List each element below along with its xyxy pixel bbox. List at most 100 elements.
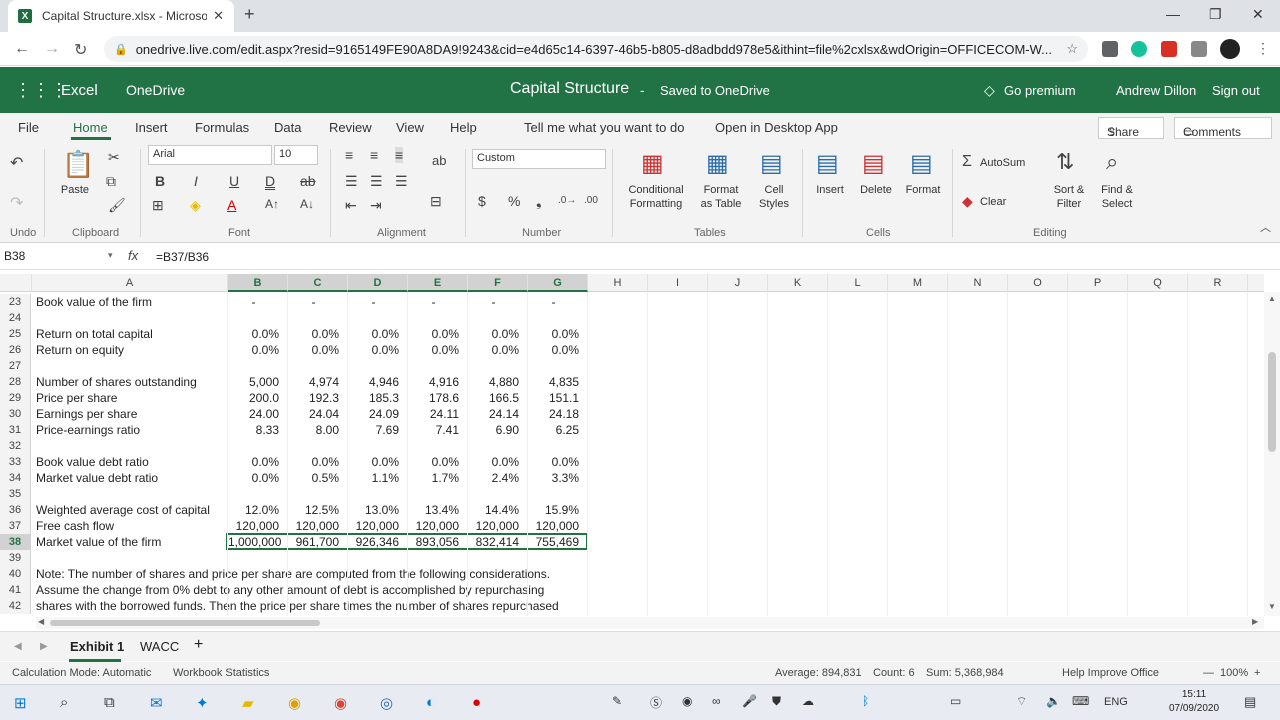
cell-value[interactable]: 2.4% (468, 470, 524, 486)
cell-value[interactable]: 8.00 (288, 422, 344, 438)
cell-value[interactable]: 24.14 (468, 406, 524, 422)
column-header-c[interactable]: C (288, 274, 348, 292)
cell-value[interactable]: 120,000 (528, 518, 584, 534)
chevron-down-icon[interactable]: ▾ (108, 250, 113, 261)
app-icon[interactable]: ◎ (380, 694, 393, 712)
cell-value[interactable]: 178.6 (408, 390, 464, 406)
puzzle-icon[interactable] (1191, 41, 1207, 57)
row-header[interactable]: 30 (0, 406, 31, 422)
cell-value[interactable]: - (528, 294, 584, 310)
column-header-o[interactable]: O (1008, 274, 1068, 292)
user-name[interactable]: Andrew Dillon (1116, 83, 1196, 98)
cell-value[interactable]: 0.0% (408, 326, 464, 342)
tab-data[interactable]: Data (274, 120, 301, 135)
chrome-canary-icon[interactable]: ◉ (288, 694, 301, 712)
extension-icon[interactable] (1102, 41, 1118, 57)
cell-value[interactable]: - (408, 294, 464, 310)
cell-label[interactable]: Book value debt ratio (36, 454, 149, 470)
next-sheet-icon[interactable]: ▶ (40, 641, 48, 652)
insert-cells-icon[interactable]: ▤ (816, 149, 839, 178)
add-sheet-button[interactable]: + (194, 636, 203, 654)
collapse-ribbon-icon[interactable]: ︿ (1260, 219, 1271, 235)
column-header-k[interactable]: K (768, 274, 828, 292)
select-all-corner[interactable] (0, 274, 32, 292)
align-center-icon[interactable]: ☰ (370, 173, 383, 190)
clear-label[interactable]: Clear (980, 195, 1006, 209)
sign-out-link[interactable]: Sign out (1212, 83, 1260, 98)
row-header[interactable]: 28 (0, 374, 31, 390)
app-launcher-icon[interactable]: ⋮⋮⋮ (14, 80, 68, 101)
cell-value[interactable]: 0.0% (228, 342, 284, 358)
format-cells-icon[interactable]: ▤ (910, 149, 933, 178)
windows-start-icon[interactable]: ⊞ (14, 694, 27, 712)
file-explorer-icon[interactable]: ▰ (242, 694, 254, 712)
scroll-left-icon[interactable]: ◀ (38, 617, 44, 626)
tab-home[interactable]: Home (73, 120, 108, 135)
more-menu-icon[interactable]: ⋮ (1256, 40, 1270, 57)
cell-value[interactable]: 0.0% (348, 326, 404, 342)
cell-value[interactable]: 185.3 (348, 390, 404, 406)
font-size-select[interactable]: 10 (274, 145, 318, 165)
cell-value[interactable]: 120,000 (288, 518, 344, 534)
microphone-icon[interactable]: 🎤 (742, 694, 757, 708)
row-header[interactable]: 37 (0, 518, 31, 534)
row-header[interactable]: 29 (0, 390, 31, 406)
align-left-icon[interactable]: ☰ (345, 173, 358, 190)
cell-value[interactable]: 192.3 (288, 390, 344, 406)
row-header[interactable]: 26 (0, 342, 31, 358)
cell-value[interactable]: 5,000 (228, 374, 284, 390)
column-header-a[interactable]: A (32, 274, 228, 292)
cell-label[interactable]: Price-earnings ratio (36, 422, 140, 438)
cell-value[interactable]: - (468, 294, 524, 310)
cell-value[interactable]: 1.7% (408, 470, 464, 486)
name-box[interactable]: B38 (4, 249, 120, 263)
borders-icon[interactable]: ⊞ (152, 197, 164, 214)
cell-label[interactable]: Note: The number of shares and price per… (36, 566, 550, 582)
cell-value[interactable]: 7.69 (348, 422, 404, 438)
horizontal-scroll-thumb[interactable] (50, 620, 320, 626)
chrome-icon[interactable]: ◉ (334, 694, 347, 712)
row-header[interactable]: 27 (0, 358, 31, 374)
cell-label[interactable]: Market value of the firm (36, 534, 161, 550)
wrap-text-icon[interactable]: ab (432, 153, 446, 168)
tray-icon[interactable]: ◉ (682, 694, 692, 708)
paste-label[interactable]: Paste (58, 183, 92, 197)
cell-value[interactable]: 0.0% (408, 342, 464, 358)
mail-icon[interactable]: ✉ (150, 694, 163, 712)
link-icon[interactable]: ∞ (712, 694, 721, 708)
battery-icon[interactable]: ▭ (950, 694, 961, 708)
vertical-scroll-thumb[interactable] (1268, 352, 1276, 452)
decrease-font-icon[interactable]: A↓ (300, 197, 314, 211)
cell-value[interactable]: 0.0% (528, 454, 584, 470)
cell-value[interactable]: 4,974 (288, 374, 344, 390)
delete-cells-icon[interactable]: ▤ (862, 149, 885, 178)
cell-styles-icon[interactable]: ▤ (760, 149, 783, 178)
cloud-icon[interactable]: ☁ (802, 694, 814, 708)
find-select-label[interactable]: Find & Select (1094, 183, 1140, 211)
cell-label[interactable]: Assume the change from 0% debt to any ot… (36, 582, 544, 598)
row-header[interactable]: 42 (0, 598, 31, 614)
prev-sheet-icon[interactable]: ◀ (14, 641, 22, 652)
skype-icon[interactable]: Ⓢ (650, 694, 662, 711)
pen-icon[interactable]: ✎ (612, 694, 622, 708)
column-header-m[interactable]: M (888, 274, 948, 292)
increase-indent-icon[interactable]: ⇥ (370, 197, 382, 214)
clock[interactable]: 15:11 07/09/2020 (1162, 688, 1226, 716)
increase-font-icon[interactable]: A↑ (265, 197, 279, 211)
worksheet-grid[interactable]: ABCDEFGHIJKLMNOPQR 23 Book value of the f… (0, 274, 1264, 616)
record-icon[interactable]: ● (472, 694, 481, 711)
cell-value[interactable]: 0.0% (468, 454, 524, 470)
forward-icon[interactable]: → (44, 40, 60, 58)
row-header[interactable]: 31 (0, 422, 31, 438)
column-header-f[interactable]: F (468, 274, 528, 292)
app-name[interactable]: Excel (61, 82, 98, 99)
sort-filter-icon[interactable]: ⇅ (1056, 149, 1074, 175)
cell-value[interactable]: 13.0% (348, 502, 404, 518)
tab-file[interactable]: File (18, 120, 39, 135)
task-view-icon[interactable]: ⧉ (104, 694, 115, 711)
align-bottom-icon[interactable]: ≡ (395, 147, 404, 163)
column-header-i[interactable]: I (648, 274, 708, 292)
copy-icon[interactable]: ⧉ (106, 173, 116, 190)
cell-value[interactable]: 4,916 (408, 374, 464, 390)
merge-center-icon[interactable]: ⊟ (430, 193, 442, 210)
